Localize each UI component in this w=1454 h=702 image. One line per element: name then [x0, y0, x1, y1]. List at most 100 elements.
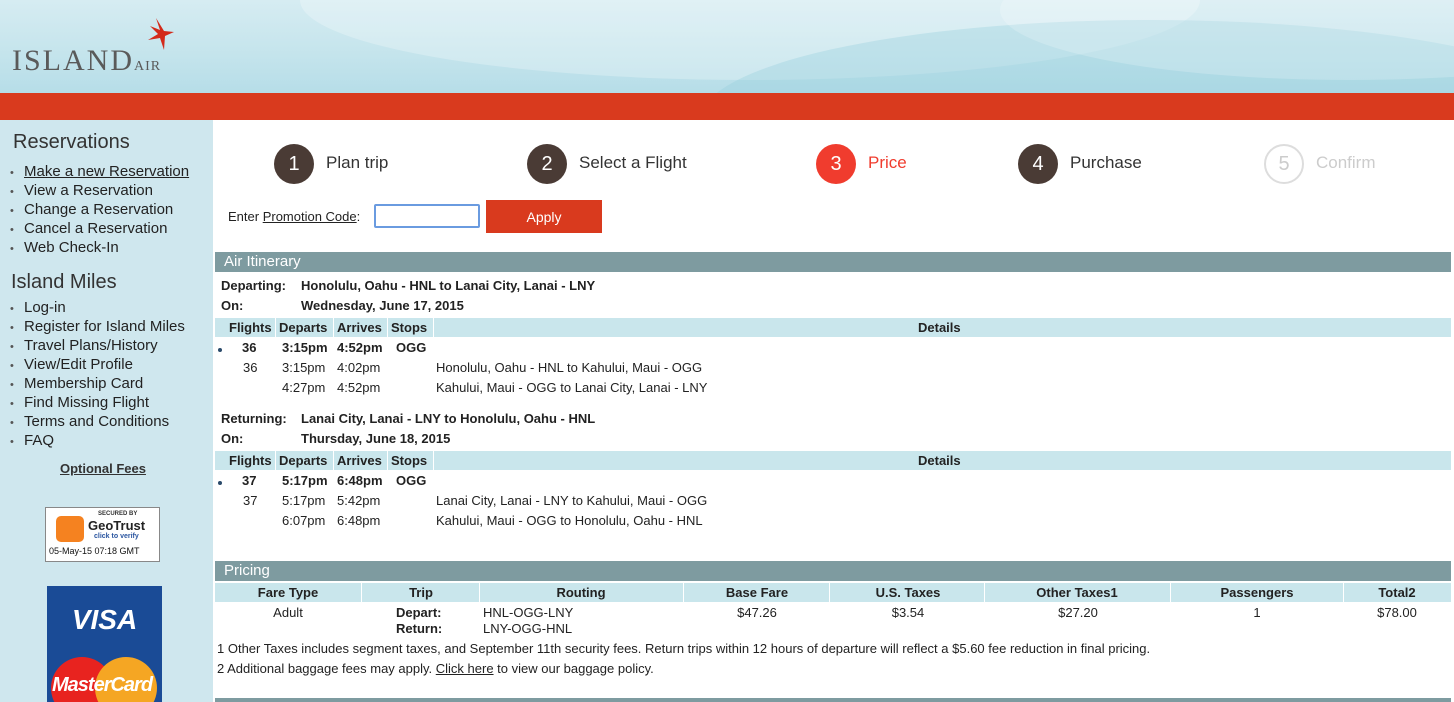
pricing-heading: Pricing [215, 561, 1451, 581]
dep-leg1-departs: 3:15pm [282, 360, 326, 375]
col-us-taxes: U.S. Taxes [875, 585, 941, 600]
air-itinerary-heading: Air Itinerary [215, 252, 1451, 272]
price-passengers: 1 [1253, 605, 1261, 620]
sidebar-item-new-reservation[interactable]: • Make a new Reservation [10, 163, 189, 182]
dep-main-arrives: 4:52pm [337, 340, 383, 355]
sidebar-item-web-checkin[interactable]: • Web Check-In [10, 239, 189, 258]
sidebar: Reservations • Make a new Reservation • Vi… [0, 120, 211, 702]
step-number: 2 [527, 144, 567, 184]
reservations-heading: Reservations [13, 131, 130, 153]
col-total: Total2 [1378, 585, 1416, 600]
bottom-divider [215, 698, 1451, 702]
step-number: 1 [274, 144, 314, 184]
col-details: Details [918, 453, 961, 468]
step-number: 4 [1018, 144, 1058, 184]
note2-prefix: 2 Additional baggage fees may apply. [217, 661, 436, 676]
sidebar-item-travel-plans[interactable]: • Travel Plans/History [10, 337, 185, 356]
sidebar-item-label: Log-in [24, 299, 66, 316]
departing-route: Honolulu, Oahu - HNL to Lanai City, Lana… [301, 278, 596, 293]
promo-label-suffix: : [356, 209, 361, 224]
col-divider [275, 318, 276, 337]
sidebar-item-edit-profile[interactable]: • View/Edit Profile [10, 356, 185, 375]
pricing-note-1: 1 Other Taxes includes segment taxes, an… [217, 641, 1151, 656]
col-divider [1170, 583, 1171, 602]
sidebar-item-label: Terms and Conditions [24, 413, 170, 430]
dep-leg2-arrives: 4:52pm [337, 380, 381, 395]
departing-on-label: On: [221, 298, 244, 313]
sidebar-item-label: Travel Plans/History [24, 337, 158, 354]
sidebar-item-register[interactable]: • Register for Island Miles [10, 318, 185, 337]
col-flights: Flights [229, 453, 272, 468]
note2-suffix: to view our baggage policy. [493, 661, 654, 676]
sidebar-item-login[interactable]: • Log-in [10, 299, 185, 318]
geotrust-name: GeoTrust [88, 518, 146, 533]
ret-main-stops: OGG [396, 473, 427, 488]
bullet-icon: • [10, 186, 14, 198]
geotrust-top-text: SECURED BY [98, 511, 138, 517]
sidebar-item-label: Web Check-In [24, 239, 119, 256]
bullet-icon: • [10, 360, 14, 372]
col-passengers: Passengers [1220, 585, 1294, 600]
sidebar-item-change-reservation[interactable]: • Change a Reservation [10, 201, 189, 220]
sidebar-item-membership-card[interactable]: • Membership Card [10, 375, 185, 394]
dep-main-departs: 3:15pm [282, 340, 328, 355]
sidebar-item-label: View a Reservation [24, 182, 153, 199]
reservations-menu: • Make a new Reservation • View a Reservat… [10, 163, 189, 258]
optional-fees-link[interactable]: Optional Fees [60, 461, 146, 476]
sidebar-item-terms[interactable]: • Terms and Conditions [10, 413, 185, 432]
dep-leg1-details: Honolulu, Oahu - HNL to Kahului, Maui - … [436, 360, 703, 375]
sidebar-item-faq[interactable]: • FAQ [10, 432, 185, 451]
bullet-icon: • [10, 322, 14, 334]
geotrust-logo-icon [56, 516, 84, 542]
sidebar-item-missing-flight[interactable]: • Find Missing Flight [10, 394, 185, 413]
ret-main-departs: 5:17pm [282, 473, 328, 488]
departing-table-header: Flights Departs Arrives Stops Details [215, 318, 1451, 337]
col-departs: Departs [279, 453, 328, 468]
sidebar-item-label: FAQ [24, 432, 55, 449]
price-trip-return: Return: [396, 621, 443, 636]
geotrust-seal[interactable]: SECURED BY GeoTrust click to verify 05-M… [45, 507, 160, 562]
brand-logo[interactable]: ISLANDAIR [12, 44, 161, 78]
site-header: ISLANDAIR [0, 0, 1454, 93]
bullet-icon: • [10, 398, 14, 410]
col-departs: Departs [279, 320, 328, 335]
sidebar-item-label: Cancel a Reservation [24, 220, 168, 237]
promo-code-link[interactable]: Promotion Code [263, 209, 357, 224]
apply-button[interactable]: Apply [486, 200, 602, 233]
col-divider [275, 451, 276, 470]
bullet-icon: • [10, 436, 14, 448]
mastercard-logo: MasterCard [47, 654, 162, 702]
col-divider [433, 451, 434, 470]
col-divider [361, 583, 362, 602]
departing-date: Wednesday, June 17, 2015 [301, 298, 464, 313]
dep-leg1-flight: 36 [243, 360, 258, 375]
visa-logo: VISA [47, 586, 162, 654]
ret-leg1-arrives: 5:42pm [337, 493, 381, 508]
ret-main-arrives: 6:48pm [337, 473, 383, 488]
sidebar-item-cancel-reservation[interactable]: • Cancel a Reservation [10, 220, 189, 239]
sidebar-item-label: Membership Card [24, 375, 144, 392]
price-base-fare: $47.26 [737, 605, 777, 620]
sidebar-item-view-reservation[interactable]: • View a Reservation [10, 182, 189, 201]
step-label: Plan trip [326, 153, 389, 172]
ret-leg1-departs: 5:17pm [282, 493, 326, 508]
col-divider [433, 318, 434, 337]
logo-main: ISLAND [12, 44, 134, 77]
main-content: 1 Plan trip 2 Select a Flight 3 Price 4 … [213, 120, 1454, 702]
col-divider [829, 583, 830, 602]
island-miles-menu: • Log-in • Register for Island Miles • Trav… [10, 299, 185, 451]
promo-code-input[interactable] [374, 204, 480, 228]
baggage-policy-link[interactable]: Click here [436, 661, 494, 676]
price-routing-depart: HNL-OGG-LNY [483, 605, 574, 620]
departing-label: Departing: [221, 278, 286, 293]
island-miles-heading: Island Miles [11, 271, 117, 293]
price-routing-return: LNY-OGG-HNL [483, 621, 573, 636]
bullet-icon: • [10, 205, 14, 217]
price-trip-depart: Depart: [396, 605, 442, 620]
dep-leg2-departs: 4:27pm [282, 380, 326, 395]
step-number: 5 [1264, 144, 1304, 184]
col-arrives: Arrives [337, 453, 382, 468]
pricing-table-header: Fare Type Trip Routing Base Fare U.S. Ta… [215, 583, 1451, 602]
dep-main-stops: OGG [396, 340, 427, 355]
col-routing: Routing [556, 585, 606, 600]
